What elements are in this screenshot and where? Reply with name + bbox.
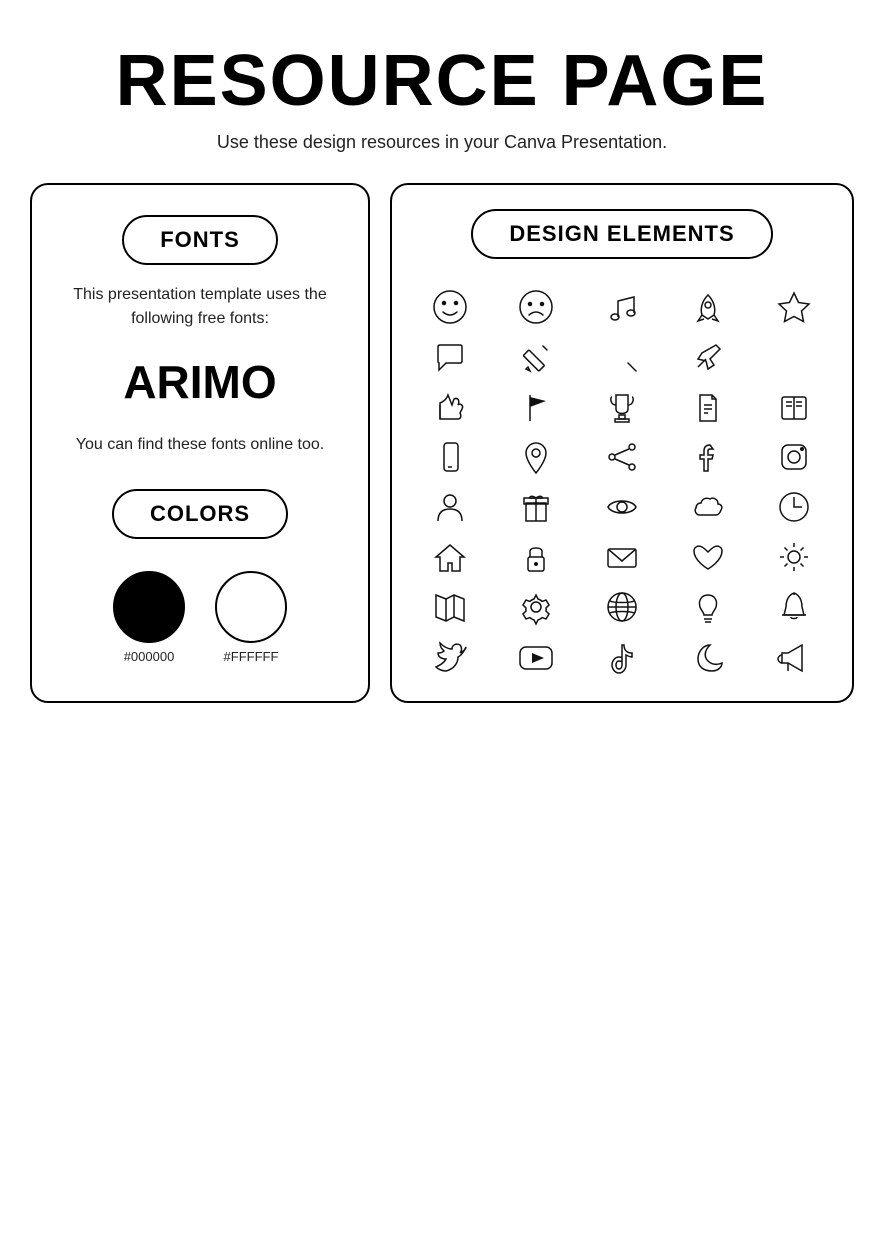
icon-facebook: [670, 437, 746, 477]
color-hex-black: #000000: [124, 649, 175, 664]
icon-location: [498, 437, 574, 477]
icon-smiley: [412, 287, 488, 327]
color-circle-black: [113, 571, 185, 643]
icon-lock: [498, 537, 574, 577]
icon-envelope: [584, 537, 660, 577]
icon-map: [412, 587, 488, 627]
icon-bell: [756, 587, 832, 627]
icons-grid: [412, 287, 832, 677]
colors-section: COLORS #000000 #FFFFFF: [56, 489, 344, 664]
icon-user: [412, 487, 488, 527]
icon-star: [756, 287, 832, 327]
color-swatches: #000000 #FFFFFF: [113, 571, 287, 664]
page-subtitle: Use these design resources in your Canva…: [217, 132, 667, 153]
icon-document: [670, 387, 746, 427]
color-swatch-white: #FFFFFF: [215, 571, 287, 664]
icon-book: [756, 387, 832, 427]
icon-instagram: [756, 437, 832, 477]
icon-placeholder5: [756, 337, 832, 377]
icon-pin: [670, 337, 746, 377]
icon-search: [584, 337, 660, 377]
icon-trophy: [584, 387, 660, 427]
icon-chat: [412, 337, 488, 377]
design-elements-label: DESIGN ELEMENTS: [471, 209, 772, 259]
color-swatch-black: #000000: [113, 571, 185, 664]
icon-flag: [498, 387, 574, 427]
icon-cloud: [670, 487, 746, 527]
icon-pencil: [498, 337, 574, 377]
icon-moon: [670, 637, 746, 677]
colors-label: COLORS: [112, 489, 288, 539]
icon-sun: [756, 537, 832, 577]
icon-tiktok: [584, 637, 660, 677]
main-grid: FONTS This presentation template uses th…: [30, 183, 854, 703]
icon-sad: [498, 287, 574, 327]
left-panel: FONTS This presentation template uses th…: [30, 183, 370, 703]
fonts-label: FONTS: [122, 215, 278, 265]
right-panel: DESIGN ELEMENTS: [390, 183, 854, 703]
fonts-description: This presentation template uses the foll…: [56, 283, 344, 331]
icon-thumbsup: [412, 387, 488, 427]
font-name: ARIMO: [123, 355, 276, 409]
icon-megaphone: [756, 637, 832, 677]
icon-globe: [584, 587, 660, 627]
fonts-find: You can find these fonts online too.: [76, 433, 324, 457]
icon-gift: [498, 487, 574, 527]
icon-youtube: [498, 637, 574, 677]
icon-heart: [670, 537, 746, 577]
color-hex-white: #FFFFFF: [224, 649, 279, 664]
icon-clock: [756, 487, 832, 527]
icon-lightbulb: [670, 587, 746, 627]
icon-rocket: [670, 287, 746, 327]
icon-share: [584, 437, 660, 477]
icon-twitter: [412, 637, 488, 677]
icon-phone: [412, 437, 488, 477]
icon-music: [584, 287, 660, 327]
color-circle-white: [215, 571, 287, 643]
icon-home: [412, 537, 488, 577]
page-title: RESOURCE PAGE: [116, 40, 769, 122]
icon-eye: [584, 487, 660, 527]
icon-gear: [498, 587, 574, 627]
